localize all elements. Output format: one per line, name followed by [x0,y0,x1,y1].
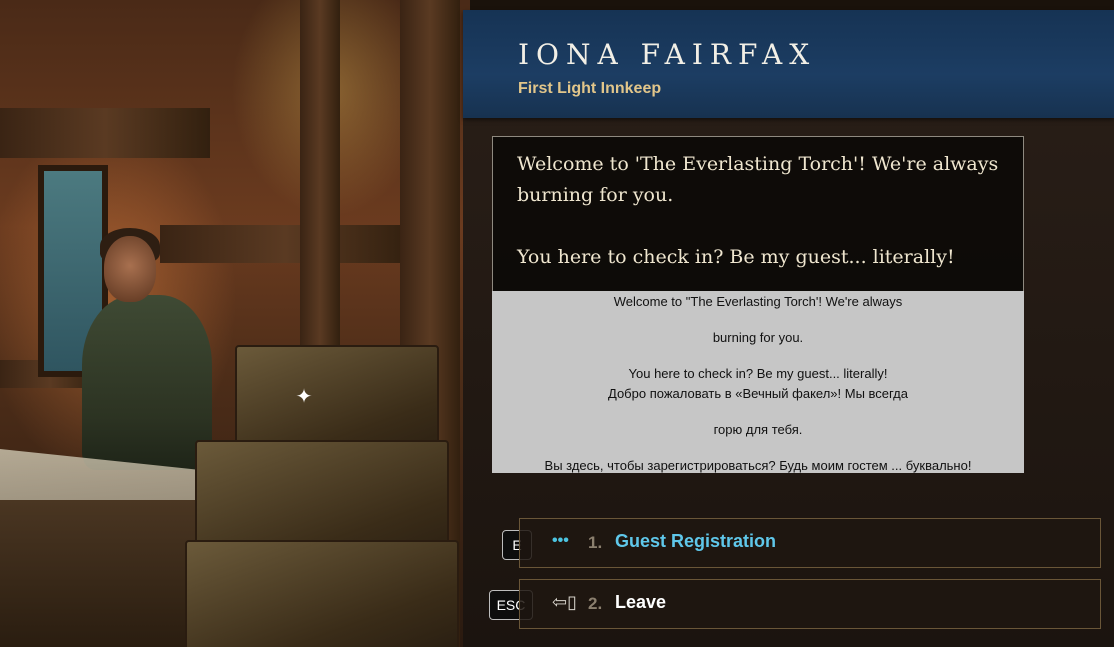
dialogue-line: Welcome to 'The Everlasting Torch'! We'r… [517,153,999,175]
crate [185,540,459,647]
dialogue-panel: IONA FAIRFAX First Light Innkeep Welcome… [463,10,1114,647]
game-scene: ✦ [0,0,470,647]
option-guest-registration[interactable]: ••• 1. Guest Registration [519,518,1101,568]
exit-door-icon: ⇦▯ [552,592,577,613]
option-leave[interactable]: ⇦▯ 2. Leave [519,579,1101,629]
dialogue-box: Welcome to 'The Everlasting Torch'! We'r… [492,136,1024,293]
npc-name: IONA FAIRFAX [518,38,817,71]
npc-head [104,236,156,302]
subtitle-line: Welcome to "The Everlasting Torch'! We'r… [613,294,903,309]
subtitle-line: You here to check in? Be my guest... lit… [628,366,888,381]
dialogue-line: You here to check in? Be my guest... lit… [517,246,955,268]
dialogue-line: burning for you. [517,184,674,206]
crosshair-icon: ✦ [295,384,313,408]
npc-title: First Light Innkeep [518,80,662,97]
subtitle-english: Welcome to "The Everlasting Torch'! We'r… [492,291,1024,383]
option-label: Guest Registration [615,531,777,551]
subtitle-line: burning for you. [712,330,804,345]
option-number: 1. [588,533,603,552]
option-number: 2. [588,594,603,613]
subtitle-russian: Добро пожаловать в «Вечный факел»! Мы вс… [492,382,1024,473]
wood-beam [160,225,410,263]
npc-header: IONA FAIRFAX First Light Innkeep [463,10,1114,118]
option-label: Leave [615,592,667,612]
npc-body [82,295,212,470]
subtitle-line: Добро пожаловать в «Вечный факел»! Мы вс… [608,386,908,401]
subtitle-line: Вы здесь, чтобы зарегистрироваться? Будь… [544,458,972,473]
subtitle-line: горю для тебя. [713,422,803,437]
wood-beam [0,108,210,158]
ellipsis-icon: ••• [552,532,569,549]
dialogue-text: Welcome to 'The Everlasting Torch'! We'r… [517,149,1007,273]
